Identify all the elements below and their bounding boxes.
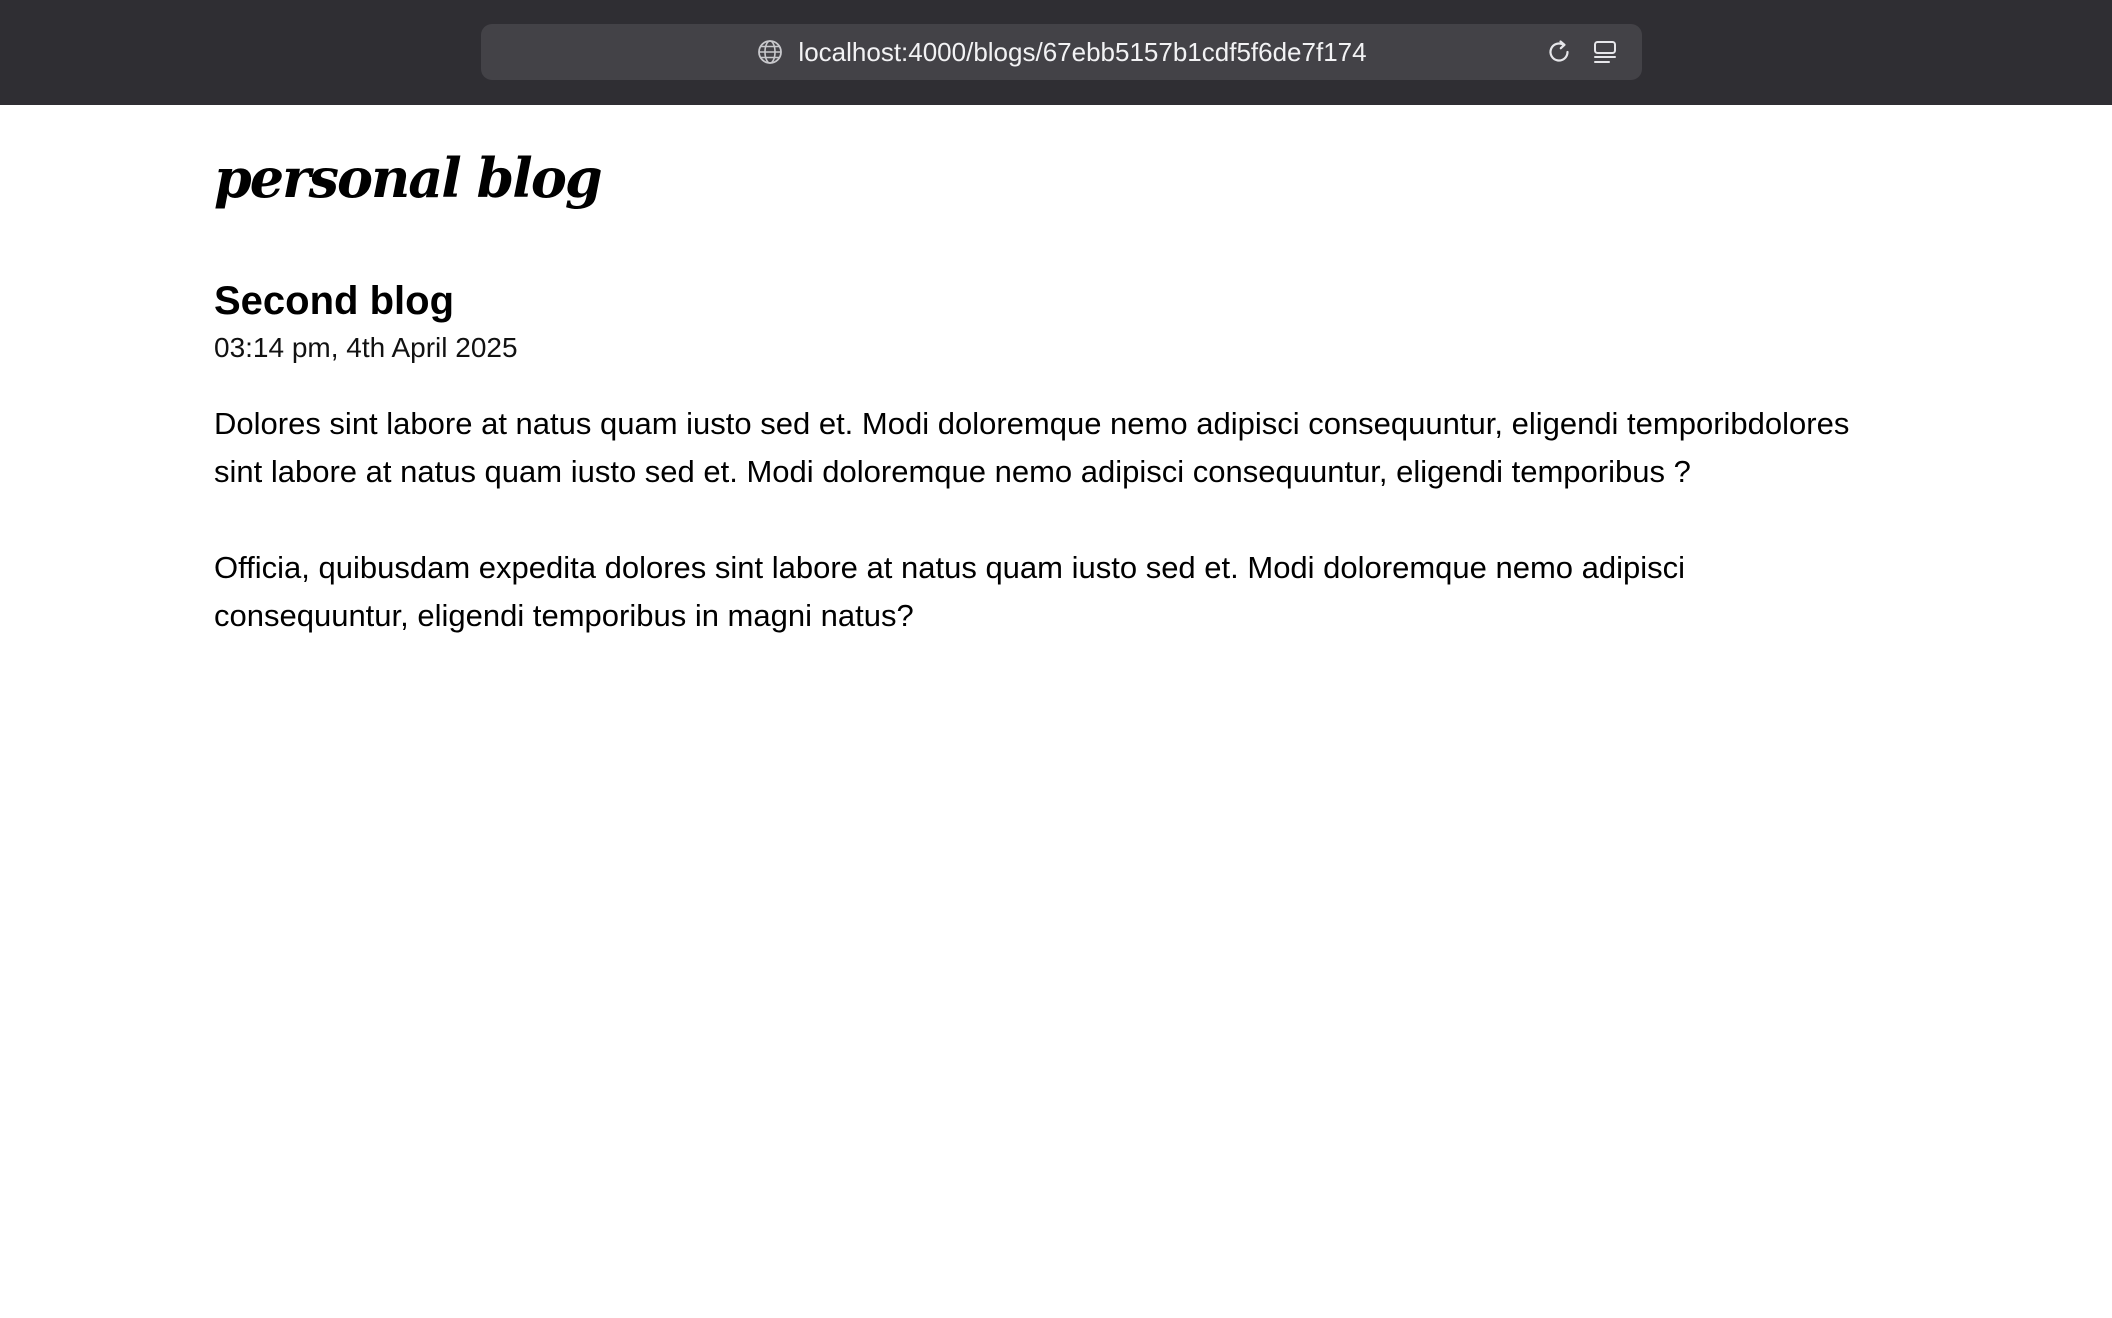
globe-icon	[756, 38, 784, 66]
post-paragraph: Dolores sint labore at natus quam iusto …	[214, 406, 1850, 489]
address-bar-actions	[1544, 24, 1620, 80]
site-title[interactable]: personal blog	[214, 143, 1914, 213]
reload-icon[interactable]	[1544, 37, 1574, 67]
browser-toolbar: localhost:4000/blogs/67ebb5157b1cdf5f6de…	[0, 0, 2112, 105]
post-date: 03:14 pm, 4th April 2025	[214, 332, 518, 363]
post-title: Second blog	[214, 279, 454, 323]
address-bar[interactable]: localhost:4000/blogs/67ebb5157b1cdf5f6de…	[481, 24, 1642, 80]
address-bar-content: localhost:4000/blogs/67ebb5157b1cdf5f6de…	[481, 24, 1642, 80]
post-body: Dolores sint labore at natus quam iusto …	[214, 400, 1854, 640]
reader-mode-icon[interactable]	[1590, 37, 1620, 67]
blog-page: personal blog Second blog 03:14 pm, 4th …	[214, 105, 1914, 688]
blog-post: Second blog 03:14 pm, 4th April 2025 Dol…	[214, 277, 1914, 640]
url-text[interactable]: localhost:4000/blogs/67ebb5157b1cdf5f6de…	[798, 24, 1366, 80]
post-paragraph: Officia, quibusdam expedita dolores sint…	[214, 550, 1686, 633]
